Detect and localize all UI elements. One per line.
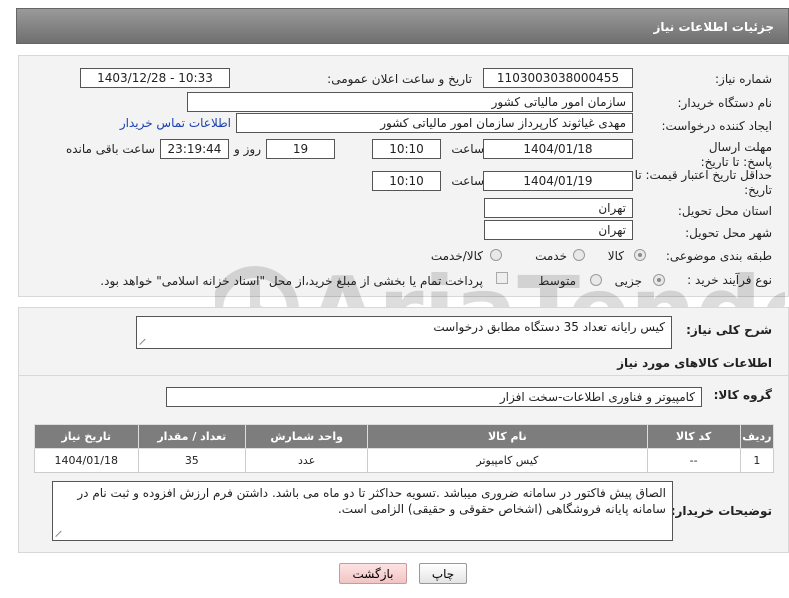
announce-field: 1403/12/28 - 10:33 xyxy=(80,68,230,88)
page-title-bar: جزئیات اطلاعات نیاز xyxy=(16,8,789,44)
buyer-notes-label: توضیحات خریدار: xyxy=(670,504,772,518)
need-number-field: 1103003038000455 xyxy=(483,68,633,88)
buyer-contact-link[interactable]: اطلاعات تماس خریدار xyxy=(120,116,231,130)
reply-time-field: 10:10 xyxy=(372,139,441,159)
remaining-time-field: 23:19:44 xyxy=(160,139,229,159)
goods-info-title: اطلاعات کالاهای مورد نیاز xyxy=(617,356,772,370)
cell-row: 1 xyxy=(739,448,775,473)
group-label: گروه کالا: xyxy=(713,388,772,402)
resize-grip-icon[interactable] xyxy=(56,529,64,537)
page-title: جزئیات اطلاعات نیاز xyxy=(653,20,774,34)
announce-label: تاریخ و ساعت اعلان عمومی: xyxy=(327,72,472,86)
back-button[interactable]: بازگشت xyxy=(339,563,407,584)
resize-grip-icon[interactable] xyxy=(140,337,148,345)
cell-quantity: 35 xyxy=(137,448,247,473)
process-option-medium: متوسط xyxy=(538,274,576,288)
col-code: کد کالا xyxy=(646,424,741,449)
description-text: کیس رایانه تعداد 35 دستگاه مطابق درخواست xyxy=(433,320,665,334)
category-radio-goods-service[interactable] xyxy=(490,249,502,261)
process-radio-minor[interactable] xyxy=(653,274,665,286)
city-label: شهر محل تحویل: xyxy=(685,226,772,240)
col-name: نام کالا xyxy=(367,424,648,449)
goods-table: ردیف کد کالا نام کالا واحد شمارش تعداد /… xyxy=(34,424,775,473)
buyer-org-field: سازمان امور مالیاتی کشور xyxy=(187,92,633,112)
days-label: روز و xyxy=(234,142,261,156)
category-label: طبقه بندی موضوعی: xyxy=(665,249,772,263)
treasury-payment-note: پرداخت تمام یا بخشی از مبلغ خرید،از محل … xyxy=(100,274,483,288)
days-field: 19 xyxy=(266,139,335,159)
buyer-org-label: نام دستگاه خریدار: xyxy=(677,96,773,110)
reply-time-label: ساعت xyxy=(451,142,484,156)
col-unit: واحد شمارش xyxy=(245,424,369,449)
category-option-service: خدمت xyxy=(535,249,567,263)
buyer-notes-text: الصاق پیش فاکتور در سامانه ضروری میباشد … xyxy=(77,486,666,516)
description-label: شرح کلی نیاز: xyxy=(686,323,772,337)
reply-deadline-label: مهلت ارسال پاسخ: تا تاریخ: xyxy=(700,140,772,169)
process-option-minor: جزیی xyxy=(614,274,642,288)
creator-field: مهدی غیاثوند کارپرداز سازمان امور مالیات… xyxy=(236,113,633,133)
category-radio-goods[interactable] xyxy=(634,249,646,261)
col-quantity: تعداد / مقدار xyxy=(137,424,247,449)
price-date-field: 1404/01/19 xyxy=(483,171,633,191)
print-button[interactable]: چاپ xyxy=(419,563,467,584)
description-field: کیس رایانه تعداد 35 دستگاه مطابق درخواست xyxy=(136,316,672,349)
cell-name: کیس کامپیوتر xyxy=(367,448,648,473)
cell-date: 1404/01/18 xyxy=(34,448,139,473)
process-label: نوع فرآیند خرید : xyxy=(687,273,772,287)
price-time-field: 10:10 xyxy=(372,171,441,191)
cell-code: -- xyxy=(646,448,741,473)
reply-date-field: 1404/01/18 xyxy=(483,139,633,159)
process-radio-medium[interactable] xyxy=(590,274,602,286)
price-validity-label: حداقل تاریخ اعتبار قیمت: تا تاریخ: xyxy=(634,168,772,197)
buyer-notes-field: الصاق پیش فاکتور در سامانه ضروری میباشد … xyxy=(52,481,673,541)
treasury-payment-checkbox[interactable] xyxy=(496,272,508,284)
creator-label: ایجاد کننده درخواست: xyxy=(661,119,772,133)
table-row[interactable]: 1 -- کیس کامپیوتر عدد 35 1404/01/18 xyxy=(34,448,775,473)
city-field: تهران xyxy=(484,220,633,240)
province-field: تهران xyxy=(484,198,633,218)
goods-table-header: ردیف کد کالا نام کالا واحد شمارش تعداد /… xyxy=(34,424,775,449)
cell-unit: عدد xyxy=(245,448,369,473)
need-number-label: شماره نیاز: xyxy=(715,72,772,86)
col-date: تاریخ نیاز xyxy=(34,424,139,449)
category-option-goods: کالا xyxy=(607,249,624,263)
price-time-label: ساعت xyxy=(451,174,484,188)
category-radio-service[interactable] xyxy=(573,249,585,261)
province-label: استان محل تحویل: xyxy=(677,204,772,218)
category-option-goods-service: کالا/خدمت xyxy=(430,249,483,263)
remaining-label: ساعت باقی مانده xyxy=(65,142,155,156)
group-field: کامپیوتر و فناوری اطلاعات-سخت افزار xyxy=(166,387,702,407)
col-row: ردیف xyxy=(739,424,775,449)
